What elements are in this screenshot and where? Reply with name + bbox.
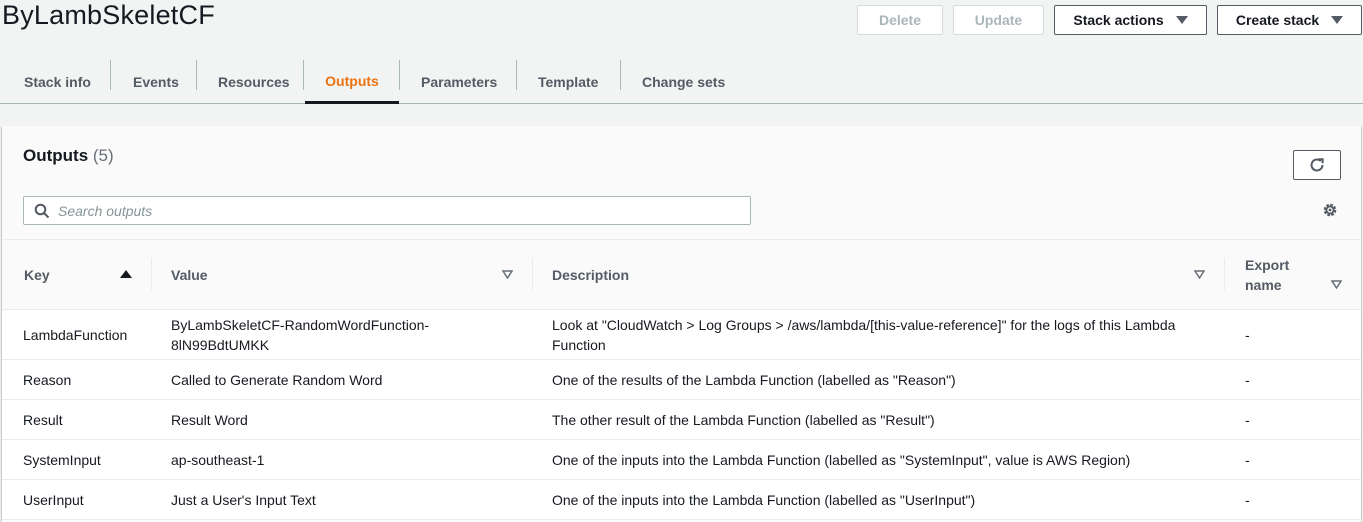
- stack-actions-button[interactable]: Stack actions: [1054, 5, 1207, 35]
- tab-resources[interactable]: Resources: [218, 60, 290, 104]
- tab-stack-info[interactable]: Stack info: [24, 60, 91, 104]
- tab-divider: [516, 60, 517, 90]
- cell-value: Result Word: [152, 399, 533, 440]
- table-row: SystemInput ap-southeast-1 One of the in…: [2, 439, 1361, 480]
- tab-divider: [196, 60, 197, 90]
- outputs-panel: Outputs (5) Search outputs Key Value Des…: [2, 126, 1361, 522]
- tab-divider: [110, 60, 111, 90]
- tab-label: Events: [133, 74, 179, 90]
- tab-label: Change sets: [642, 74, 726, 90]
- table-row: Result Result Word The other result of t…: [2, 399, 1361, 440]
- delete-button-label: Delete: [878, 12, 922, 28]
- tab-bar: Stack info Events Resources Outputs Para…: [0, 48, 1363, 104]
- cell-key: Reason: [2, 359, 152, 400]
- outputs-header: Outputs (5): [2, 126, 1361, 240]
- cell-description: One of the results of the Lambda Functio…: [533, 359, 1225, 400]
- search-input[interactable]: [58, 202, 708, 219]
- cell-export: -: [1225, 439, 1361, 480]
- column-label: Value: [171, 266, 208, 283]
- sort-icon: [1331, 280, 1342, 289]
- page-title: ByLambSkeletCF: [2, 0, 215, 30]
- cell-description-line: Look at "CloudWatch > Log Groups > /aws/…: [552, 316, 1176, 333]
- cell-value: Just a User's Input Text: [152, 479, 533, 520]
- tab-divider: [620, 60, 621, 90]
- delete-button[interactable]: Delete: [857, 5, 943, 35]
- tab-parameters[interactable]: Parameters: [421, 60, 497, 104]
- column-label: Key: [24, 266, 50, 283]
- tab-events[interactable]: Events: [133, 60, 179, 104]
- cell-value: ap-southeast-1: [152, 439, 533, 480]
- tab-change-sets[interactable]: Change sets: [642, 60, 725, 104]
- tab-outputs[interactable]: Outputs: [305, 60, 399, 104]
- cell-description: Look at "CloudWatch > Log Groups > /aws/…: [533, 309, 1225, 360]
- tab-divider: [399, 60, 400, 90]
- column-header-value[interactable]: Value: [152, 240, 533, 310]
- update-button[interactable]: Update: [953, 5, 1044, 35]
- cell-description: One of the inputs into the Lambda Functi…: [533, 479, 1225, 520]
- search-box: [23, 196, 751, 225]
- column-label-line: name: [1245, 276, 1282, 293]
- caret-down-icon: [1175, 16, 1188, 24]
- cell-description: The other result of the Lambda Function …: [533, 399, 1225, 440]
- tab-label: Outputs: [325, 72, 379, 89]
- sort-icon: [502, 270, 513, 279]
- tab-template[interactable]: Template: [538, 60, 598, 104]
- cell-key: LambdaFunction: [2, 309, 152, 360]
- cell-export: -: [1225, 359, 1361, 400]
- refresh-icon: [1310, 158, 1324, 172]
- refresh-button[interactable]: [1293, 150, 1341, 180]
- column-header-export-name[interactable]: Export name: [1225, 240, 1361, 310]
- table-row: UserInput Just a User's Input Text One o…: [2, 479, 1361, 520]
- caret-down-icon: [1331, 16, 1344, 24]
- tab-label: Parameters: [421, 74, 498, 90]
- column-label: Description: [552, 266, 630, 283]
- column-header-key[interactable]: Key: [2, 240, 152, 310]
- tab-label: Template: [538, 74, 599, 90]
- stack-actions-label: Stack actions: [1073, 12, 1164, 28]
- sort-ascending-icon: [120, 270, 132, 278]
- tab-label: Resources: [218, 74, 290, 90]
- table-header-row: Key Value Description Export name: [2, 240, 1361, 310]
- cell-value-line: ByLambSkeletCF-RandomWordFunction-: [171, 316, 430, 333]
- outputs-title-text: Outputs: [23, 146, 89, 165]
- tab-label: Stack info: [24, 74, 91, 90]
- column-label-line: Export: [1245, 256, 1290, 273]
- cell-value-line: 8lN99BdtUMKK: [171, 336, 270, 353]
- cell-description: One of the inputs into the Lambda Functi…: [533, 439, 1225, 480]
- create-stack-label: Create stack: [1235, 12, 1320, 28]
- cell-value: Called to Generate Random Word: [152, 359, 533, 400]
- table-row: Reason Called to Generate Random Word On…: [2, 359, 1361, 400]
- column-header-description[interactable]: Description: [533, 240, 1225, 310]
- update-button-label: Update: [974, 12, 1023, 28]
- cell-value: ByLambSkeletCF-RandomWordFunction- 8lN99…: [152, 309, 533, 360]
- sort-icon: [1194, 270, 1205, 279]
- search-icon: [34, 203, 50, 219]
- cell-key: Result: [2, 399, 152, 440]
- column-label: Export name: [1245, 255, 1289, 295]
- table-row: LambdaFunction ByLambSkeletCF-RandomWord…: [2, 309, 1361, 360]
- cell-key: UserInput: [2, 479, 152, 520]
- outputs-table: Key Value Description Export name Lambda…: [2, 240, 1361, 520]
- tab-divider: [303, 60, 304, 90]
- create-stack-button[interactable]: Create stack: [1217, 5, 1362, 35]
- cell-export: -: [1225, 309, 1361, 360]
- cell-description-line: Function: [552, 336, 606, 353]
- outputs-heading: Outputs (5): [23, 146, 114, 166]
- outputs-count: (5): [92, 146, 114, 165]
- cell-export: -: [1225, 479, 1361, 520]
- cell-export: -: [1225, 399, 1361, 440]
- gear-icon[interactable]: [1321, 201, 1339, 219]
- cell-key: SystemInput: [2, 439, 152, 480]
